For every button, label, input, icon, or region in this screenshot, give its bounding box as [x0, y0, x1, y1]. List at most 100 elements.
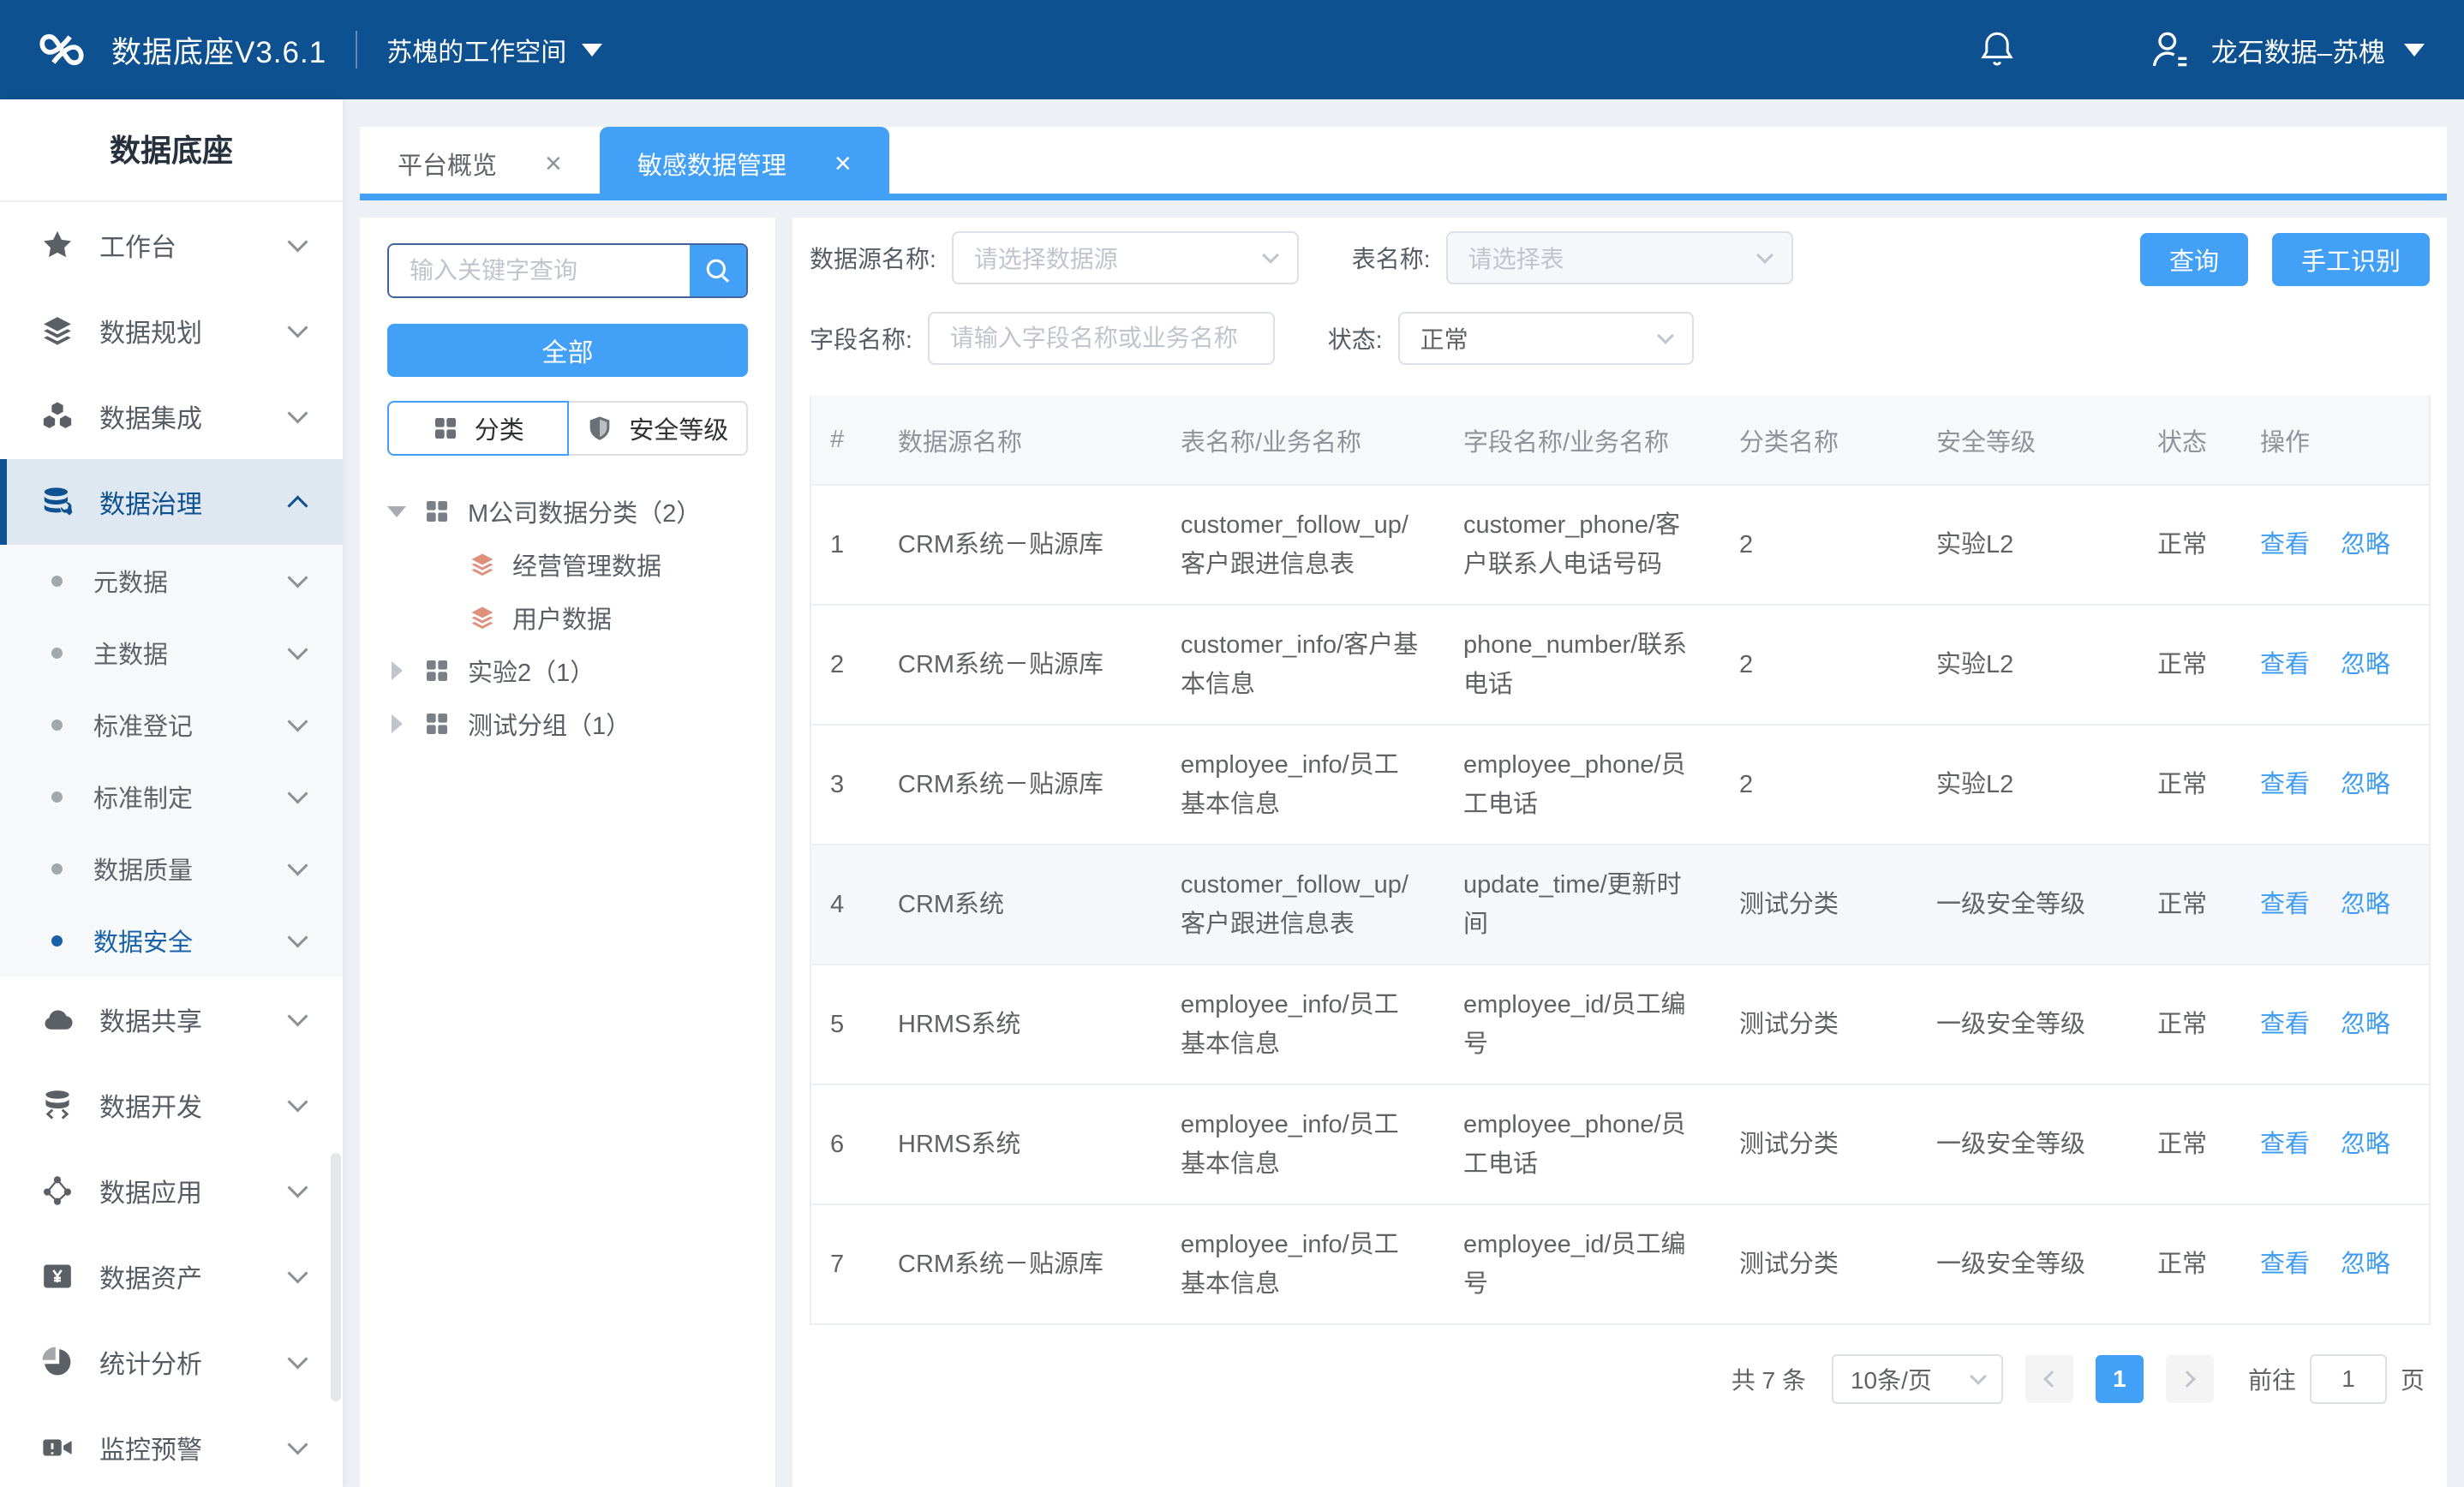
ignore-link[interactable]: 忽略 [2341, 651, 2390, 678]
tab-sensitive-data[interactable]: 敏感数据管理 × [600, 127, 889, 200]
grid-icon [432, 415, 459, 442]
toggle-classify-button[interactable]: 分类 [387, 401, 569, 456]
cell-datasource: HRMS系统 [879, 964, 1162, 1084]
next-page-button[interactable] [2166, 1355, 2214, 1403]
datasource-label: 数据源名称: [810, 241, 936, 275]
query-button[interactable]: 查询 [2140, 233, 2248, 286]
manual-identify-button[interactable]: 手工识别 [2272, 233, 2430, 286]
chevron-down-icon [1970, 1368, 1987, 1385]
sidebar-item-label: 数据治理 [99, 483, 265, 521]
sidebar-item-data-assets[interactable]: 数据资产 [0, 1233, 343, 1319]
status-select[interactable]: 正常 [1398, 312, 1694, 365]
sidebar-subitem-master-data[interactable]: 主数据 [0, 617, 343, 689]
sensitive-data-main: 数据源名称: 请选择数据源 表名称: 请选择表 [792, 218, 2447, 1487]
sidebar-item-data-governance[interactable]: 数据治理 [0, 459, 343, 545]
cell-level: 实验L2 [1917, 485, 2138, 605]
cell-field: employee_id/员工编号 [1444, 1204, 1720, 1324]
toggle-security-level-button[interactable]: 安全等级 [569, 401, 749, 456]
ignore-link[interactable]: 忽略 [2341, 1011, 2390, 1038]
close-icon[interactable]: × [834, 149, 852, 178]
cell-level: 实验L2 [1917, 725, 2138, 845]
goto-page-input[interactable] [2310, 1354, 2387, 1404]
sidebar-subitem-standard-setting[interactable]: 标准制定 [0, 761, 343, 833]
cell-datasource: CRM系统－贴源库 [879, 605, 1162, 725]
view-link[interactable]: 查看 [2260, 1131, 2310, 1158]
view-link[interactable]: 查看 [2260, 531, 2310, 558]
tree-node-label: M公司数据分类（2） [468, 493, 701, 529]
sidebar-item-label: 数据集成 [99, 397, 265, 435]
all-button[interactable]: 全部 [387, 324, 748, 377]
sidebar-item-monitoring[interactable]: 监控预警 [0, 1405, 343, 1487]
sidebar-item-data-application[interactable]: 数据应用 [0, 1148, 343, 1233]
tree-leaf-business-data[interactable]: 经营管理数据 [387, 538, 748, 591]
chevron-down-icon [582, 44, 602, 57]
sidebar-item-data-planning[interactable]: 数据规划 [0, 288, 343, 373]
field-name-input[interactable] [928, 312, 1275, 365]
tree-search [387, 243, 748, 298]
cell-status: 正常 [2138, 485, 2241, 605]
view-link[interactable]: 查看 [2260, 891, 2310, 918]
sidebar-subitem-standard-registration[interactable]: 标准登记 [0, 689, 343, 761]
tree-leaf-user-data[interactable]: 用户数据 [387, 591, 748, 644]
sidebar-subitem-label: 数据安全 [93, 923, 260, 958]
monitor-camera-icon [41, 1431, 74, 1464]
col-actions: 操作 [2241, 396, 2430, 485]
sidebar-item-data-development[interactable]: 数据开发 [0, 1062, 343, 1148]
cell-table: customer_info/客户基本信息 [1162, 605, 1444, 725]
tree-node-exp2[interactable]: 实验2（1） [387, 644, 748, 697]
view-link[interactable]: 查看 [2260, 771, 2310, 798]
bullet-icon [51, 720, 63, 731]
sidebar-subitem-data-security[interactable]: 数据安全 [0, 905, 343, 976]
datasource-select[interactable]: 请选择数据源 [952, 231, 1299, 284]
table-row: 5 HRMS系统 employee_info/员工基本信息 employee_i… [810, 964, 2430, 1084]
tree-node-label: 测试分组（1） [468, 706, 631, 742]
view-link[interactable]: 查看 [2260, 651, 2310, 678]
search-button[interactable] [690, 245, 746, 296]
workspace-selector[interactable]: 苏槐的工作空间 [386, 31, 602, 69]
database-code-icon [41, 1089, 74, 1121]
tree-node-root[interactable]: M公司数据分类（2） [387, 485, 748, 538]
cell-level: 一级安全等级 [1917, 964, 2138, 1084]
tree-search-input[interactable] [389, 245, 690, 296]
page-number-1[interactable]: 1 [2096, 1355, 2144, 1403]
sidebar-scrollbar[interactable] [331, 1153, 341, 1401]
table-select[interactable]: 请选择表 [1446, 231, 1793, 284]
ignore-link[interactable]: 忽略 [2341, 1251, 2390, 1278]
tab-platform-overview[interactable]: 平台概览 × [360, 127, 600, 200]
cell-category: 测试分类 [1720, 964, 1917, 1084]
database-wrench-icon [41, 486, 74, 518]
cell-table: employee_info/员工基本信息 [1162, 725, 1444, 845]
table-row: 2 CRM系统－贴源库 customer_info/客户基本信息 phone_n… [810, 605, 2430, 725]
user-menu[interactable]: 龙石数据–苏槐 [2146, 27, 2425, 73]
notification-bell-icon[interactable] [1977, 29, 2018, 70]
table-row: 6 HRMS系统 employee_info/员工基本信息 employee_p… [810, 1084, 2430, 1204]
view-link[interactable]: 查看 [2260, 1011, 2310, 1038]
sidebar-item-label: 数据应用 [99, 1172, 265, 1209]
ignore-link[interactable]: 忽略 [2341, 1131, 2390, 1158]
bullet-icon [51, 576, 63, 587]
cell-category: 2 [1720, 725, 1917, 845]
ignore-link[interactable]: 忽略 [2341, 531, 2390, 558]
sidebar-item-data-sharing[interactable]: 数据共享 [0, 976, 343, 1062]
sidebar-item-workbench[interactable]: 工作台 [0, 202, 343, 288]
prev-page-button[interactable] [2025, 1355, 2073, 1403]
tree-mode-toggle: 分类 安全等级 [387, 401, 748, 456]
chevron-down-icon [287, 317, 308, 337]
sidebar-item-statistics[interactable]: 统计分析 [0, 1319, 343, 1405]
sidebar-item-data-integration[interactable]: 数据集成 [0, 373, 343, 459]
close-icon[interactable]: × [545, 149, 562, 178]
view-link[interactable]: 查看 [2260, 1251, 2310, 1278]
ignore-link[interactable]: 忽略 [2341, 891, 2390, 918]
cell-field: employee_id/员工编号 [1444, 964, 1720, 1084]
page-size-select[interactable]: 10条/页 [1832, 1354, 2003, 1404]
sidebar-subitem-metadata[interactable]: 元数据 [0, 545, 343, 617]
tree-node-test-group[interactable]: 测试分组（1） [387, 697, 748, 750]
cell-category: 测试分类 [1720, 1084, 1917, 1204]
cell-field: update_time/更新时间 [1444, 845, 1720, 964]
ignore-link[interactable]: 忽略 [2341, 771, 2390, 798]
chevron-down-icon [1262, 247, 1279, 264]
chevron-down-icon [287, 567, 308, 588]
sidebar-subitem-data-quality[interactable]: 数据质量 [0, 833, 343, 905]
workspace-name: 苏槐的工作空间 [386, 31, 566, 69]
sidebar-item-label: 统计分析 [99, 1343, 265, 1381]
